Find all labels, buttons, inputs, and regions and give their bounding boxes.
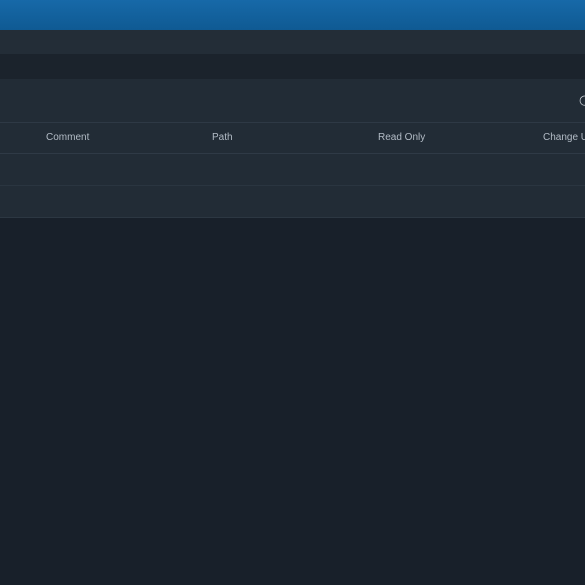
table-row[interactable] [0, 154, 585, 186]
table-header-row: Comment Path Read Only Change Us [0, 123, 585, 154]
column-header-read-only[interactable]: Read Only [378, 132, 425, 143]
table-row[interactable] [0, 186, 585, 217]
column-header-path[interactable]: Path [212, 132, 233, 143]
top-app-bar [0, 0, 585, 30]
shares-table-panel: ○ Comment Path Read Only Change Us [0, 79, 585, 218]
column-header-change-user[interactable]: Change Us [543, 132, 585, 143]
sub-header-bar [0, 54, 585, 79]
column-header-comment[interactable]: Comment [46, 132, 89, 143]
panel-header: ○ [0, 79, 585, 123]
search-icon[interactable]: ○ [579, 93, 585, 109]
navigation-bar [0, 30, 585, 54]
